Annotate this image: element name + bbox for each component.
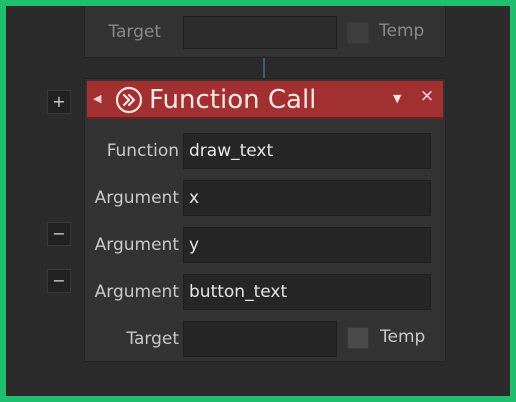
- target-label: Target: [126, 329, 179, 349]
- argument-label: Argument: [94, 188, 179, 208]
- node-title: Function Call: [149, 85, 317, 115]
- previous-target-row: Target Temp: [85, 15, 445, 49]
- chevron-down-icon[interactable]: ▼: [393, 92, 401, 105]
- editor-canvas: Target Temp + − − ◀ Function Call ▼ × Fu…: [6, 6, 510, 396]
- fast-forward-circle-icon: [115, 86, 143, 114]
- argument-row: Argument y: [85, 227, 445, 263]
- node-header[interactable]: ◀ Function Call ▼ ×: [87, 81, 443, 119]
- close-icon[interactable]: ×: [418, 86, 436, 106]
- function-row: Function draw_text: [85, 133, 445, 169]
- previous-target-label: Target: [108, 22, 161, 42]
- remove-argument-button[interactable]: −: [47, 222, 71, 246]
- temp-label: Temp: [380, 327, 426, 347]
- collapse-arrow-icon[interactable]: ◀: [93, 92, 101, 105]
- argument-input[interactable]: button_text: [183, 274, 431, 310]
- temp-checkbox[interactable]: [347, 327, 369, 349]
- add-argument-button[interactable]: +: [47, 90, 71, 114]
- remove-argument-button[interactable]: −: [47, 269, 71, 293]
- previous-node: Target Temp: [84, 6, 446, 58]
- function-input[interactable]: draw_text: [183, 133, 431, 169]
- argument-row: Argument x: [85, 180, 445, 216]
- previous-temp-label: Temp: [379, 21, 425, 41]
- node-connector: [263, 58, 265, 78]
- previous-target-input[interactable]: [183, 16, 337, 49]
- previous-temp-checkbox[interactable]: [347, 22, 369, 44]
- function-call-node: ◀ Function Call ▼ × Function draw_text A…: [84, 78, 446, 362]
- function-label: Function: [106, 141, 179, 161]
- target-input[interactable]: [183, 321, 337, 357]
- argument-input[interactable]: x: [183, 180, 431, 216]
- target-row: Target Temp: [85, 321, 445, 357]
- argument-row: Argument button_text: [85, 274, 445, 310]
- argument-label: Argument: [94, 282, 179, 302]
- argument-input[interactable]: y: [183, 227, 431, 263]
- argument-label: Argument: [94, 235, 179, 255]
